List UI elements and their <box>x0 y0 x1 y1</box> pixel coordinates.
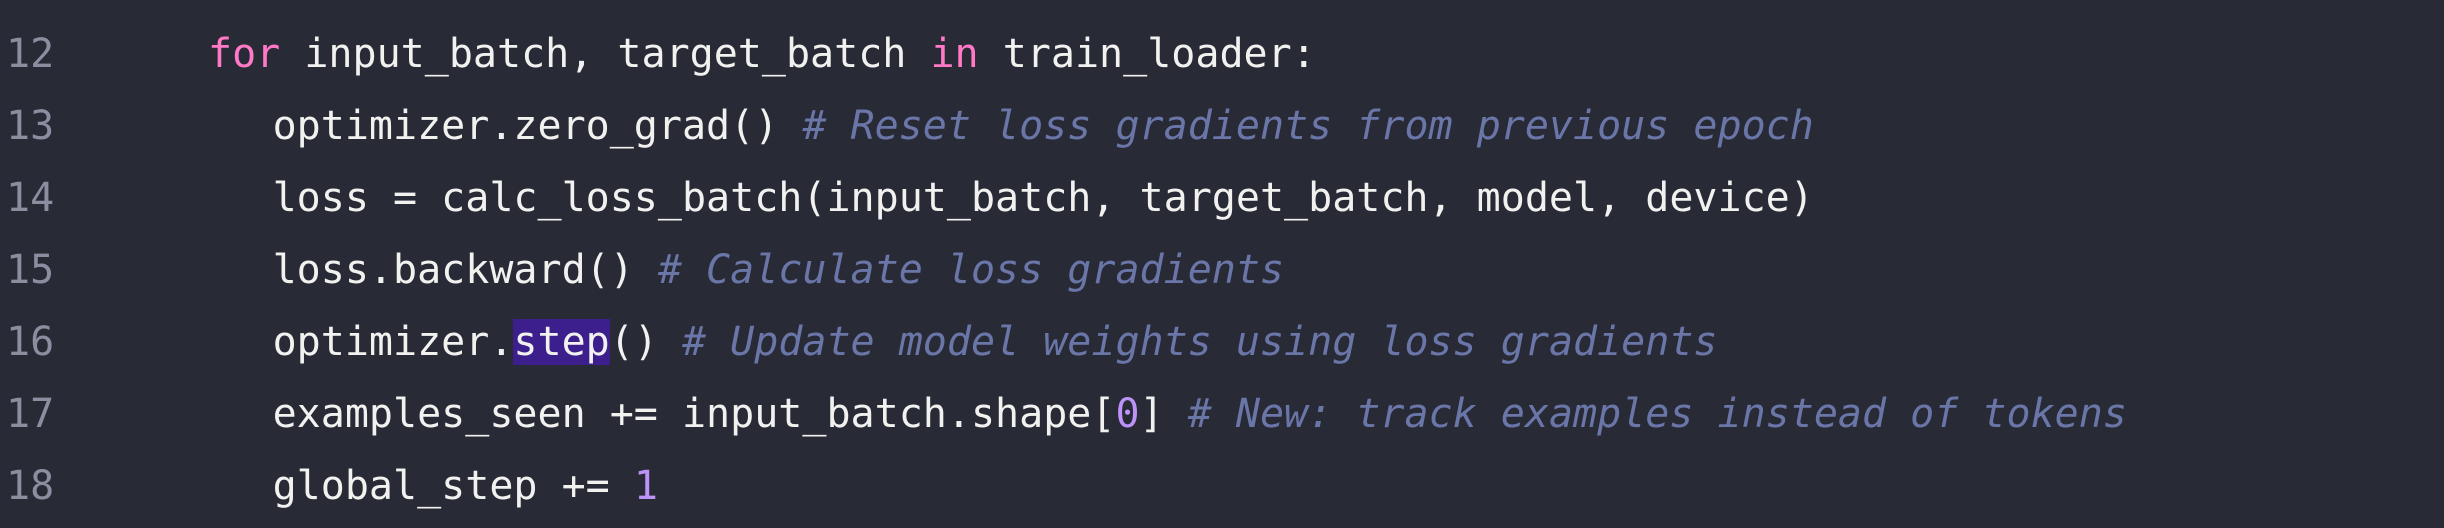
code-editor[interactable]: 12 for input_batch, target_batch in train… <box>0 0 2444 528</box>
keyword-token: for <box>208 31 281 77</box>
code-token: global_step += <box>272 463 634 509</box>
comment-token: # Reset loss gradients from previous epo… <box>802 103 1814 149</box>
comment-token: # New: track examples instead of tokens <box>1187 391 2127 437</box>
number-token: 1 <box>633 463 658 509</box>
code-token: train_loader: <box>978 31 1316 77</box>
code-text: optimizer.step() # Update model weights … <box>273 306 1718 378</box>
code-line[interactable]: 14 loss = calc_loss_batch(input_batch, ta… <box>0 162 2444 234</box>
code-line[interactable]: 16 optimizer.step() # Update model weight… <box>0 306 2444 378</box>
code-text: for input_batch, target_batch in train_l… <box>208 18 1316 90</box>
code-line[interactable]: 18 global_step += 1 <box>0 450 2444 522</box>
code-text: global_step += 1 <box>273 450 658 522</box>
code-token: loss = calc_loss_batch(input_batch, targ… <box>272 175 1814 221</box>
line-number: 18 <box>6 463 55 509</box>
comment-token: # Calculate loss gradients <box>657 247 1285 293</box>
code-line[interactable]: 17 examples_seen += input_batch.shape[0] … <box>0 378 2444 450</box>
keyword-token: in <box>930 31 979 77</box>
code-line[interactable]: 12 for input_batch, target_batch in train… <box>0 18 2444 90</box>
line-number: 14 <box>6 175 55 221</box>
code-text: optimizer.zero_grad() # Reset loss gradi… <box>273 90 1814 162</box>
code-text: loss.backward() # Calculate loss gradien… <box>273 234 1284 306</box>
code-token: ] <box>1139 391 1188 437</box>
line-number: 13 <box>6 103 55 149</box>
code-text: loss = calc_loss_batch(input_batch, targ… <box>273 162 1814 234</box>
code-token: input_batch, target_batch <box>280 31 931 77</box>
line-number: 17 <box>6 391 55 437</box>
code-token: optimizer.zero_grad() <box>272 103 803 149</box>
code-line[interactable]: 15 loss.backward() # Calculate loss gradi… <box>0 234 2444 306</box>
code-token: examples_seen += input_batch.shape[ <box>272 391 1116 437</box>
code-text: examples_seen += input_batch.shape[0] # … <box>273 378 2127 450</box>
selected-text: step <box>513 319 610 365</box>
code-line[interactable]: 13 optimizer.zero_grad() # Reset loss gra… <box>0 90 2444 162</box>
code-token: () <box>609 319 682 365</box>
code-token: loss.backward() <box>272 247 658 293</box>
number-token: 0 <box>1115 391 1140 437</box>
comment-token: # Update model weights using loss gradie… <box>681 319 1718 365</box>
line-number: 15 <box>6 247 55 293</box>
line-number: 12 <box>6 31 55 77</box>
code-token: optimizer. <box>272 319 514 365</box>
line-number: 16 <box>6 319 55 365</box>
